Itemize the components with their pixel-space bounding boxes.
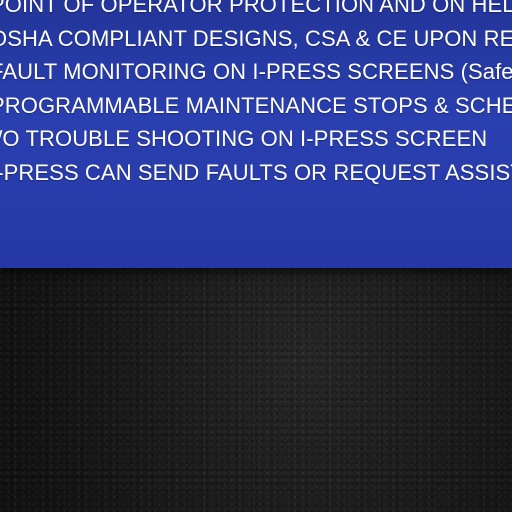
feature-item-io-troubleshooting: I/O TROUBLE SHOOTING ON I-PRESS SCREEN (0, 126, 488, 151)
feature-item-send-faults: I-PRESS CAN SEND FAULTS OR REQUEST ASSIS… (0, 159, 512, 185)
slide-page: POINT OF OPERATOR PROTECTION AND ON HELP… (0, 0, 512, 512)
feature-item-maintenance-stops: PROGRAMMABLE MAINTENANCE STOPS & SCHE (0, 92, 512, 118)
feature-item-fault-monitoring: FAULT MONITORING ON I-PRESS SCREENS (Saf… (0, 59, 512, 84)
blue-feature-panel: POINT OF OPERATOR PROTECTION AND ON HELP… (0, 0, 512, 268)
feature-item-osha-compliance: OSHA COMPLIANT DESIGNS, CSA & CE UPON RE (0, 25, 512, 51)
feature-item-operator-protection: POINT OF OPERATOR PROTECTION AND ON HELP (0, 0, 512, 17)
feature-list: POINT OF OPERATOR PROTECTION AND ON HELP… (0, 0, 512, 189)
leather-texture-background (0, 268, 512, 512)
